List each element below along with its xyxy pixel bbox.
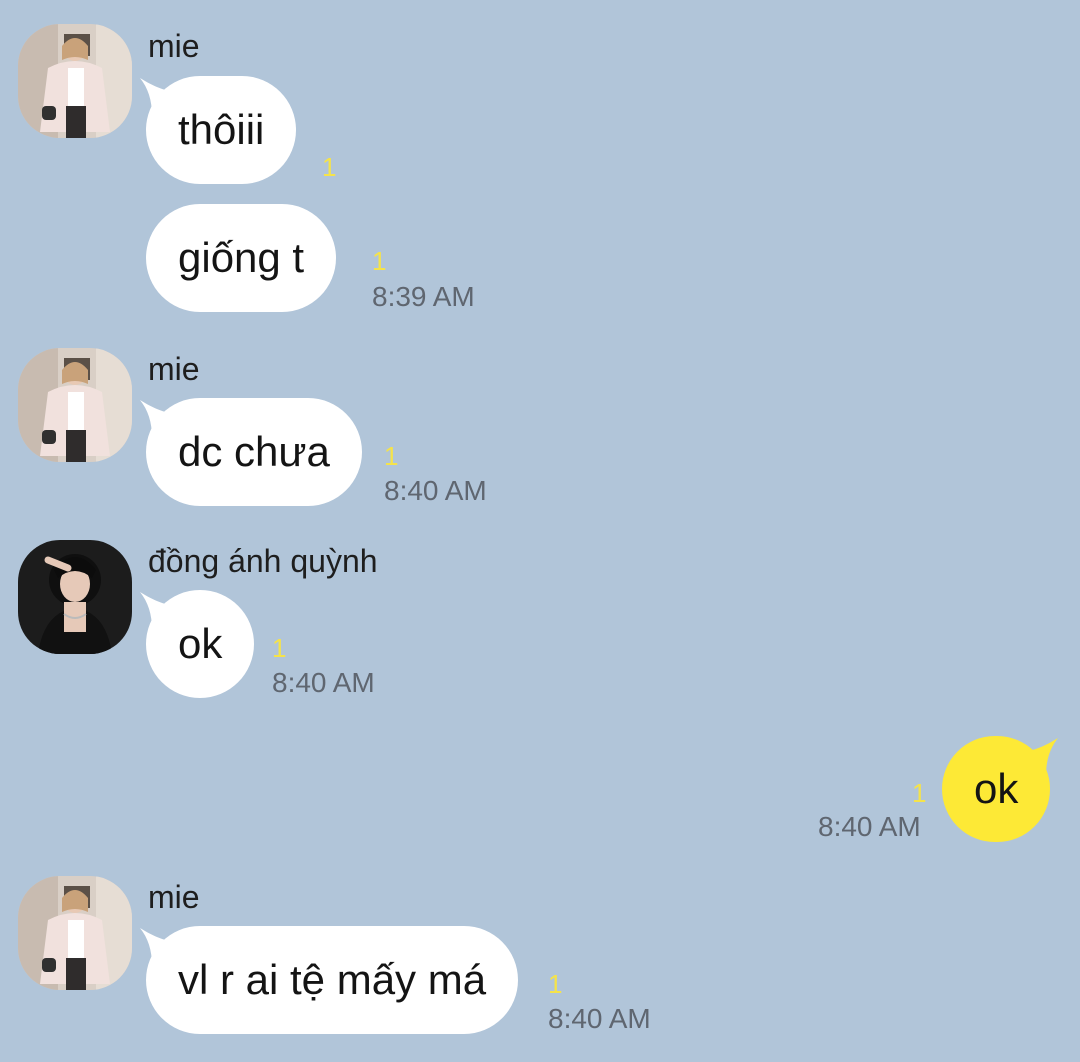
unread-count: 1	[912, 778, 927, 808]
message-time: 8:40 AM	[818, 811, 921, 842]
message-time: 8:40 AM	[384, 475, 487, 506]
unread-count: 1	[384, 441, 399, 471]
message-bubble[interactable]: dc chưa	[146, 398, 362, 506]
sender-name: mie	[148, 879, 200, 915]
avatar-mie-icon[interactable]	[18, 348, 132, 462]
unread-count: 1	[548, 969, 563, 999]
unread-count: 1	[372, 246, 387, 276]
message-bubble[interactable]: ok	[146, 590, 255, 698]
avatar-mie-icon[interactable]	[18, 24, 132, 138]
message-time: 8:40 AM	[548, 1003, 651, 1034]
message-bubble[interactable]: vl r ai tệ mấy má	[146, 926, 519, 1034]
message-bubble[interactable]: giống t	[146, 204, 337, 312]
unread-count: 1	[322, 152, 337, 182]
sender-name: mie	[148, 28, 200, 64]
sender-name: mie	[148, 351, 200, 387]
message-time: 8:39 AM	[372, 281, 475, 312]
unread-count: 1	[272, 633, 287, 663]
avatar-dong-anh-quynh-icon[interactable]	[18, 540, 132, 654]
message-time: 8:40 AM	[272, 667, 375, 698]
sender-name: đồng ánh quỳnh	[148, 543, 378, 579]
message-bubble[interactable]: thôiii	[146, 76, 297, 184]
avatar-mie-icon[interactable]	[18, 876, 132, 990]
my-message-bubble[interactable]: ok	[942, 736, 1051, 842]
